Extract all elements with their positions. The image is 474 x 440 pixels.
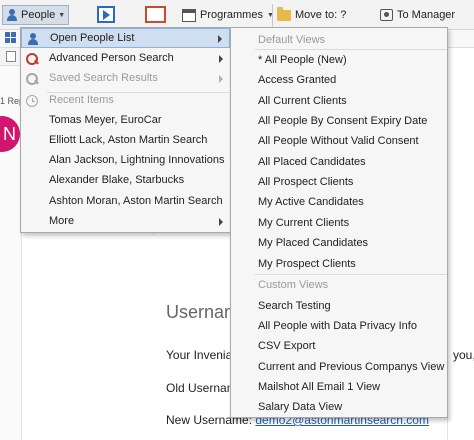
custom-views-header: Custom Views [258, 279, 329, 291]
people-dropdown-menu: Open People List Advanced Person Search … [20, 27, 231, 233]
submenu-item[interactable]: Search Testing [258, 300, 331, 312]
recent-item[interactable]: Ashton Moran, Aston Martin Search [21, 192, 230, 212]
menu-item-advanced-person-search[interactable]: Advanced Person Search [21, 49, 230, 69]
recent-item[interactable]: Elliott Lack, Aston Martin Search [21, 131, 230, 151]
avatar-initial: N [3, 123, 16, 144]
menu-divider [255, 49, 447, 50]
people-menu-button[interactable]: People ▼ [2, 5, 70, 25]
document-icon[interactable] [6, 51, 16, 62]
menu-item-more[interactable]: More [21, 212, 230, 232]
submenu-item[interactable]: Access Granted [258, 74, 336, 86]
recent-items-header: Recent Items [21, 91, 230, 111]
email-line-1: Your Invenia [166, 348, 233, 362]
submenu-item[interactable]: All People Without Valid Consent [258, 135, 419, 147]
submenu-item[interactable]: Current and Previous Companys View [258, 361, 444, 373]
search-icon [26, 53, 38, 65]
recent-item-label: Elliott Lack, Aston Martin Search [49, 134, 208, 146]
grid-icon[interactable] [5, 32, 16, 43]
person-icon [27, 33, 39, 45]
submenu-item[interactable]: * All People (New) [258, 54, 347, 66]
chevron-right-icon [218, 35, 222, 43]
submenu-item[interactable]: CSV Export [258, 340, 315, 352]
submenu-item[interactable]: All People with Data Privacy Info [258, 320, 417, 332]
email-line-2: Old Usernam [166, 381, 237, 395]
submenu-item[interactable]: My Placed Candidates [258, 237, 368, 249]
submenu-item[interactable]: My Active Candidates [258, 196, 364, 208]
clock-icon [26, 95, 38, 107]
person-icon [6, 9, 18, 21]
menu-section-label: Recent Items [49, 94, 114, 106]
chevron-right-icon [219, 218, 223, 226]
submenu-item[interactable]: All Prospect Clients [258, 176, 353, 188]
recent-item-label: Tomas Meyer, EuroCar [49, 114, 162, 126]
media-player-icon[interactable] [97, 6, 115, 23]
submenu-item[interactable]: All Current Clients [258, 95, 347, 107]
email-line-1-suffix: you, [453, 348, 474, 362]
submenu-item[interactable]: Salary Data View [258, 401, 342, 413]
chevron-down-icon: ▼ [58, 11, 66, 19]
recent-item[interactable]: Tomas Meyer, EuroCar [21, 111, 230, 131]
chevron-right-icon [219, 55, 223, 63]
menu-divider [255, 274, 447, 275]
open-people-list-submenu: Default Views * All People (New) Access … [230, 27, 448, 418]
submenu-item[interactable]: All People By Consent Expiry Date [258, 115, 427, 127]
menu-item-label: Saved Search Results [49, 72, 158, 84]
people-label: People [21, 9, 56, 21]
chevron-right-icon [219, 75, 223, 83]
menu-item-open-people-list[interactable]: Open People List [21, 28, 230, 48]
recent-item-label: Alan Jackson, Lightning Innovations [49, 154, 225, 166]
menu-item-label: More [49, 215, 75, 227]
submenu-item[interactable]: My Current Clients [258, 217, 349, 229]
submenu-item[interactable]: All Placed Candidates [258, 156, 366, 168]
recent-item-label: Ashton Moran, Aston Martin Search [49, 195, 223, 207]
submenu-item[interactable]: My Prospect Clients [258, 258, 356, 270]
recent-item-label: Alexander Blake, Starbucks [49, 174, 185, 186]
submenu-item[interactable]: Mailshot All Email 1 View [258, 381, 380, 393]
menu-item-saved-search-results[interactable]: Saved Search Results [21, 69, 230, 89]
recent-item[interactable]: Alan Jackson, Lightning Innovations [21, 151, 230, 171]
menu-item-label: Advanced Person Search [49, 52, 174, 64]
email-heading: Usernam [166, 302, 240, 322]
menu-item-label: Open People List [50, 32, 135, 44]
recent-item[interactable]: Alexander Blake, Starbucks [21, 171, 230, 191]
contact-card-icon[interactable] [145, 6, 166, 23]
saved-search-icon [26, 73, 38, 85]
default-views-header: Default Views [258, 34, 326, 46]
